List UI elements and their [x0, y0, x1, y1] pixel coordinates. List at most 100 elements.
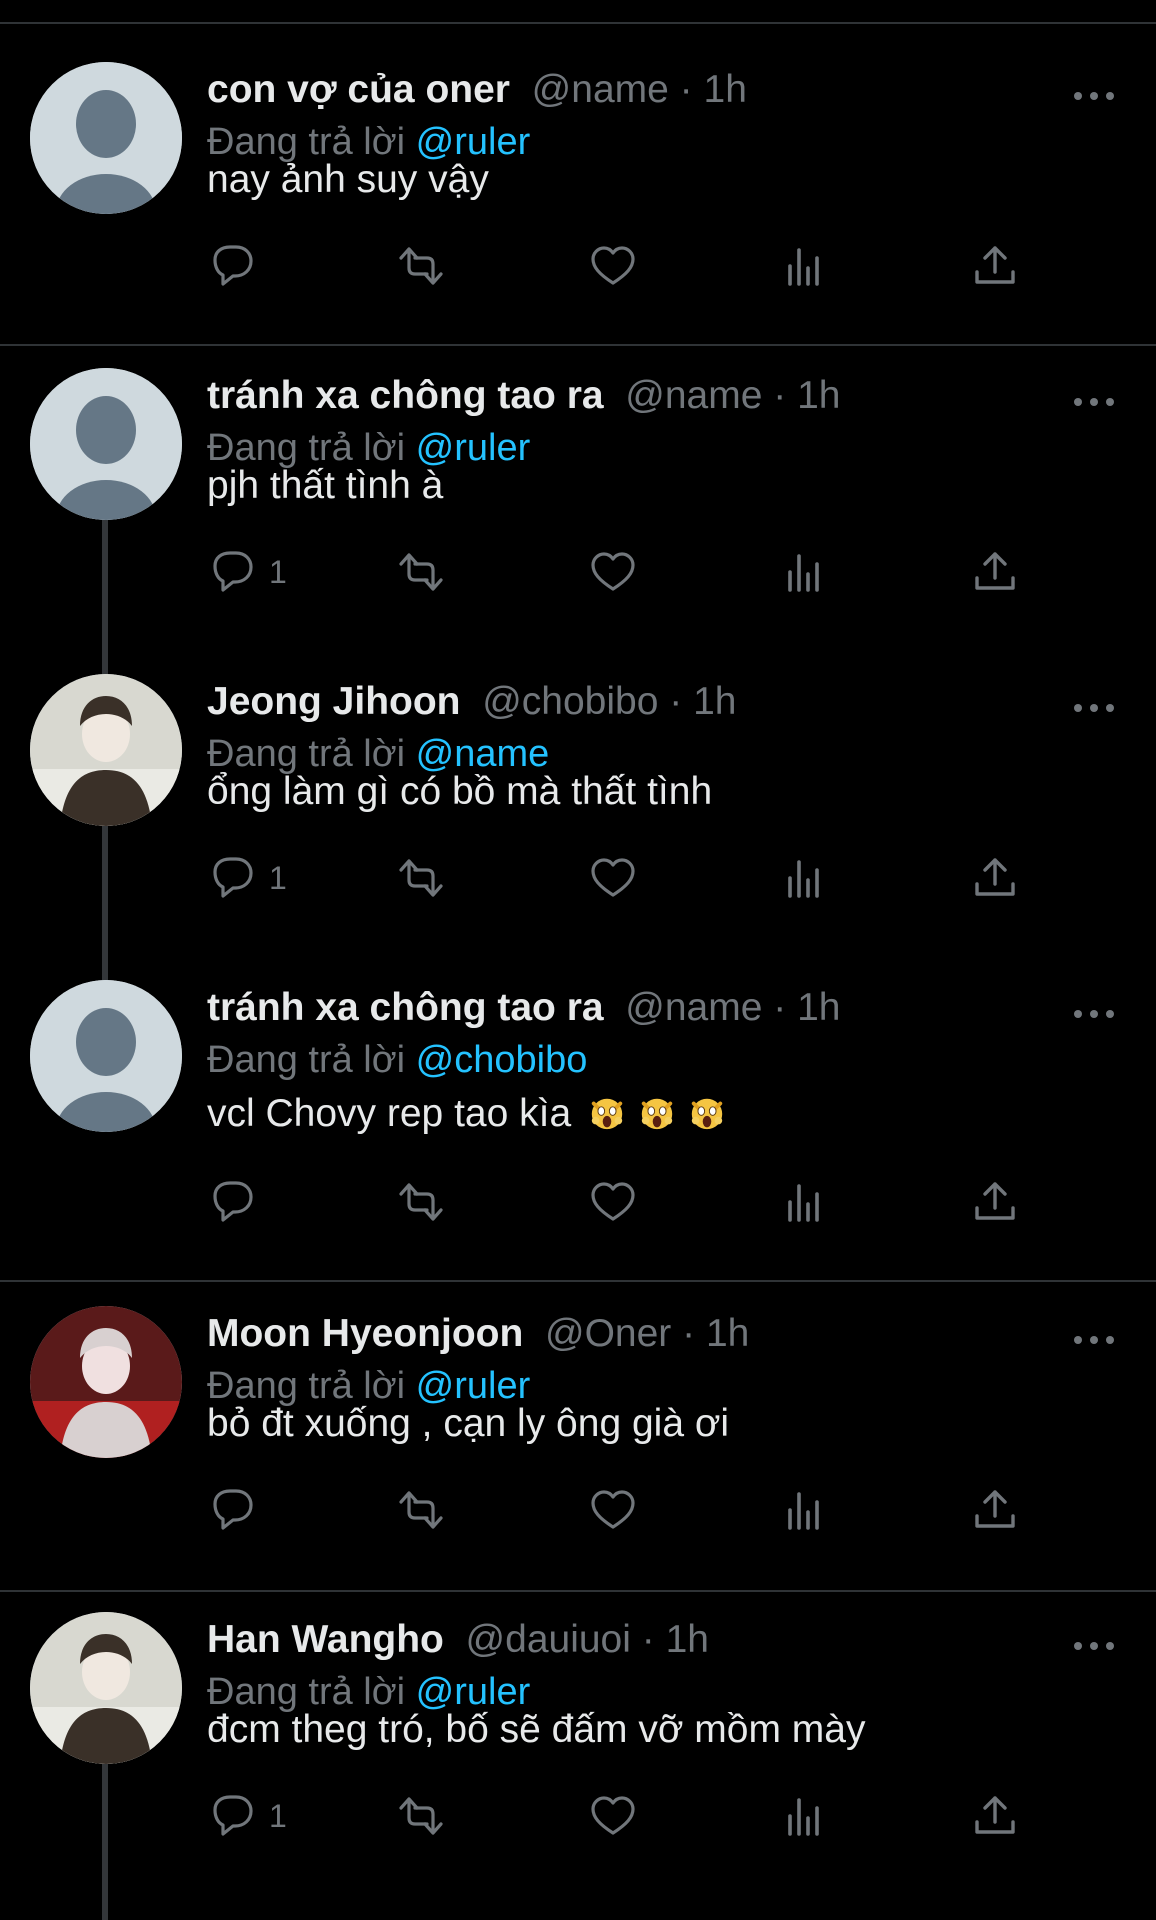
- tweet-text: đcm theg tró, bố sẽ đấm vỡ mồm mày: [207, 1708, 866, 1751]
- timestamp[interactable]: 1h: [797, 374, 840, 417]
- user-handle[interactable]: @name: [532, 68, 669, 111]
- retweet-button[interactable]: [393, 236, 449, 296]
- display-name[interactable]: tránh xa chông tao ra: [207, 986, 604, 1029]
- views-icon: [788, 1798, 819, 1836]
- reply-button[interactable]: [205, 1172, 269, 1232]
- timestamp[interactable]: 1h: [704, 68, 747, 111]
- timestamp[interactable]: 1h: [666, 1618, 709, 1661]
- like-button[interactable]: [585, 1480, 641, 1540]
- mention-link[interactable]: @chobibo: [416, 1039, 588, 1081]
- tweet[interactable]: Moon Hyeonjoon @Oner · 1h Đang trả lời @…: [0, 1306, 1156, 1592]
- avatar[interactable]: [30, 980, 182, 1132]
- screaming-face-emoji-icon: [591, 1098, 623, 1130]
- retweet-button[interactable]: [393, 1172, 449, 1232]
- more-options-icon[interactable]: [1070, 1330, 1118, 1350]
- reply-count: 1: [269, 1797, 287, 1834]
- avatar[interactable]: [30, 1306, 182, 1458]
- more-options-icon[interactable]: [1070, 86, 1118, 106]
- user-handle[interactable]: @name: [625, 374, 762, 417]
- more-options-icon[interactable]: [1070, 392, 1118, 412]
- like-icon: [591, 1796, 635, 1835]
- more-options-icon[interactable]: [1070, 1636, 1118, 1656]
- avatar[interactable]: [30, 1612, 182, 1764]
- like-button[interactable]: [585, 1172, 641, 1232]
- user-handle[interactable]: @chobibo: [482, 680, 658, 723]
- reply-count: 1: [269, 859, 287, 896]
- more-options-icon[interactable]: [1070, 698, 1118, 718]
- views-icon: [788, 1492, 819, 1530]
- reply-button[interactable]: [205, 1480, 269, 1540]
- views-button[interactable]: [778, 1480, 834, 1540]
- reply-button[interactable]: 1: [205, 542, 287, 602]
- tweet-actions: [0, 1172, 1156, 1232]
- screaming-face-emoji-icon: [691, 1098, 723, 1130]
- retweet-button[interactable]: [393, 848, 449, 908]
- user-handle[interactable]: @Oner: [545, 1312, 671, 1355]
- views-button[interactable]: [778, 848, 834, 908]
- like-button[interactable]: [585, 236, 641, 296]
- display-name[interactable]: Moon Hyeonjoon: [207, 1312, 523, 1355]
- top-divider: [0, 0, 1156, 24]
- like-button[interactable]: [585, 1786, 641, 1846]
- views-button[interactable]: [778, 542, 834, 602]
- user-handle[interactable]: @dauiuoi: [466, 1618, 631, 1661]
- avatar[interactable]: [30, 368, 182, 520]
- like-icon: [591, 858, 635, 897]
- screaming-face-emoji-icon: [641, 1098, 673, 1130]
- views-button[interactable]: [778, 1172, 834, 1232]
- tweet-text-container: vcl Chovy rep tao kìa 😱😱😱: [207, 1087, 732, 1141]
- tweet-header: tránh xa chông tao ra @name · 1h: [207, 370, 841, 422]
- user-handle[interactable]: @name: [625, 986, 762, 1029]
- share-icon: [975, 1182, 1015, 1220]
- retweet-button[interactable]: [393, 542, 449, 602]
- retweet-icon: [399, 859, 443, 897]
- avatar[interactable]: [30, 62, 182, 214]
- timestamp[interactable]: 1h: [797, 986, 840, 1029]
- tweet-text: pjh thất tình à: [207, 464, 444, 507]
- tweet[interactable]: con vợ của oner @name · 1h Đang trả lời …: [0, 62, 1156, 346]
- share-icon: [975, 858, 1015, 896]
- share-button[interactable]: [967, 1172, 1023, 1232]
- more-options-icon[interactable]: [1070, 1004, 1118, 1024]
- tweet-text-container: bỏ đt xuống , cạn ly ông già ơi: [207, 1397, 729, 1451]
- retweet-button[interactable]: [393, 1786, 449, 1846]
- avatar[interactable]: [30, 674, 182, 826]
- display-name[interactable]: tránh xa chông tao ra: [207, 374, 604, 417]
- display-name[interactable]: Han Wangho: [207, 1618, 444, 1661]
- views-button[interactable]: [778, 236, 834, 296]
- tweet-text-container: pjh thất tình à: [207, 459, 443, 513]
- share-icon: [975, 1796, 1015, 1834]
- tweet[interactable]: tránh xa chông tao ra @name · 1h Đang tr…: [0, 980, 1156, 1282]
- timestamp[interactable]: 1h: [693, 680, 736, 723]
- reply-button[interactable]: 1: [205, 848, 287, 908]
- share-button[interactable]: [967, 236, 1023, 296]
- timestamp[interactable]: 1h: [706, 1312, 749, 1355]
- retweet-button[interactable]: [393, 1480, 449, 1540]
- views-button[interactable]: [778, 1786, 834, 1846]
- reply-button[interactable]: [205, 236, 269, 296]
- retweet-icon: [399, 1797, 443, 1835]
- share-icon: [975, 246, 1015, 284]
- replying-to: Đang trả lời @chobibo: [207, 1034, 587, 1086]
- display-name[interactable]: Jeong Jihoon: [207, 680, 461, 723]
- display-name[interactable]: con vợ của oner: [207, 68, 510, 111]
- share-button[interactable]: [967, 542, 1023, 602]
- reply-button[interactable]: 1: [205, 1786, 287, 1846]
- tweet-text-container: đcm theg tró, bố sẽ đấm vỡ mồm mày: [207, 1703, 865, 1757]
- share-button[interactable]: [967, 1480, 1023, 1540]
- like-button[interactable]: [585, 848, 641, 908]
- share-icon: [975, 1490, 1015, 1528]
- like-button[interactable]: [585, 542, 641, 602]
- like-icon: [591, 552, 635, 591]
- share-button[interactable]: [967, 1786, 1023, 1846]
- tweet-actions: 1: [0, 542, 1156, 602]
- share-icon: [975, 552, 1015, 590]
- reply-icon: [213, 245, 253, 286]
- views-icon: [788, 554, 819, 592]
- separator-dot: ·: [773, 374, 787, 417]
- like-icon: [591, 1182, 635, 1221]
- tweet-actions: [0, 1480, 1156, 1540]
- reply-icon: [213, 1181, 253, 1222]
- share-button[interactable]: [967, 848, 1023, 908]
- retweet-icon: [399, 1491, 443, 1529]
